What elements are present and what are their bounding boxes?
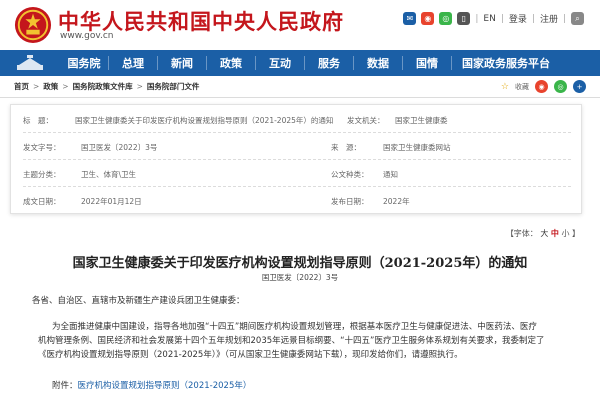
share-area: ☆ 收藏 ◉ ◎ + — [501, 80, 586, 93]
meta-row-number: 发文字号： 国卫医发〔2022〕3号 来 源： 国家卫生健康委网站 — [23, 134, 571, 160]
document-attachment: 附件：医疗机构设置规划指导原则（2021-2025年） — [52, 381, 252, 391]
nav-item-policy[interactable]: 政策 — [207, 50, 255, 76]
lang-en-link[interactable]: EN — [483, 14, 495, 24]
breadcrumb-department-docs[interactable]: 国务院部门文件 — [147, 81, 200, 92]
site-header: 中华人民共和国中央人民政府 www.gov.cn ✉ ◉ ◎ ▯ | EN | … — [0, 0, 600, 48]
meta-publish-date-value: 2022年 — [383, 197, 410, 206]
document-paragraph-line-1: 为全面推进健康中国建设，指导各地加强“十四五”期间医疗机构设置规划管理，根据基本… — [52, 322, 537, 332]
national-emblem-icon[interactable] — [14, 6, 52, 44]
nav-item-news[interactable]: 新闻 — [158, 50, 206, 76]
nav-building-icon[interactable] — [0, 50, 60, 76]
nav-item-national-info[interactable]: 国情 — [403, 50, 451, 76]
wechat-share-icon[interactable]: ◎ — [554, 80, 567, 93]
meta-number-value: 国卫医发〔2022〕3号 — [81, 143, 158, 152]
font-size-small[interactable]: 小 — [561, 229, 569, 238]
breadcrumb-policy[interactable]: 政策 — [43, 81, 58, 92]
star-icon[interactable]: ☆ — [501, 82, 509, 92]
breadcrumb-home[interactable]: 首页 — [14, 81, 29, 92]
font-size-large[interactable]: 大 — [540, 229, 548, 238]
meta-row-date: 成文日期： 2022年01月12日 发布日期： 2022年 — [23, 197, 410, 206]
header-tools: ✉ ◉ ◎ ▯ | EN | 登录 | 注册 | ⌕ — [403, 12, 584, 25]
document-title: 国家卫生健康委关于印发医疗机构设置规划指导原则（2021-2025年）的通知 — [72, 256, 528, 271]
meta-issuer-value: 国家卫生健康委 — [395, 116, 448, 125]
meta-title-value: 国家卫生健康委关于印发医疗机构设置规划指导原则（2021-2025年）的通知 — [75, 116, 334, 125]
nav-item-services[interactable]: 服务 — [305, 50, 353, 76]
register-link[interactable]: 注册 — [540, 12, 558, 25]
meta-written-date-value: 2022年01月12日 — [81, 197, 142, 206]
mail-icon[interactable]: ✉ — [403, 12, 417, 25]
weibo-share-icon[interactable]: ◉ — [535, 80, 548, 93]
nav-item-state-council[interactable]: 国务院 — [60, 50, 108, 76]
breadcrumb: 首页 > 政策 > 国务院政策文件库 > 国务院部门文件 ☆ 收藏 ◉ ◎ + — [0, 76, 600, 98]
site-url: www.gov.cn — [60, 31, 114, 41]
document-paragraph-line-2: 机构管理条例、国民经济和社会发展第十四个五年规划和2035年远景目标纲要、“十四… — [38, 336, 545, 346]
document-meta-box: 标 题： 国家卫生健康委关于印发医疗机构设置规划指导原则（2021-2025年）… — [10, 104, 582, 214]
font-size-medium[interactable]: 中 — [551, 229, 559, 238]
nav-item-service-platform[interactable]: 国家政务服务平台 — [452, 50, 560, 76]
meta-category-value: 卫生、体育\卫生 — [81, 170, 137, 179]
mobile-icon[interactable]: ▯ — [457, 12, 471, 25]
more-share-icon[interactable]: + — [573, 80, 586, 93]
search-icon[interactable]: ⌕ — [571, 12, 584, 25]
document-addressee: 各省、自治区、直辖市及新疆生产建设兵团卫生健康委： — [32, 296, 245, 306]
breadcrumb-policy-library[interactable]: 国务院政策文件库 — [73, 81, 133, 92]
meta-row-title: 标 题： 国家卫生健康委关于印发医疗机构设置规划指导原则（2021-2025年）… — [23, 107, 571, 133]
wechat-icon[interactable]: ◎ — [439, 12, 453, 25]
favorite-link[interactable]: 收藏 — [515, 82, 529, 92]
meta-type-value: 通知 — [383, 170, 398, 179]
document-paragraph-line-3: 《医疗机构设置规划指导原则（2021-2025年）》（可从国家卫生健康委网站下载… — [38, 350, 463, 360]
weibo-icon[interactable]: ◉ — [421, 12, 435, 25]
main-nav: 国务院 总理 新闻 政策 互动 服务 数据 国情 国家政务服务平台 — [0, 50, 600, 76]
document-number: 国卫医发〔2022〕3号 — [261, 273, 339, 282]
meta-row-category: 主题分类： 卫生、体育\卫生 公文种类： 通知 — [23, 161, 571, 187]
login-link[interactable]: 登录 — [509, 12, 527, 25]
nav-item-premier[interactable]: 总理 — [109, 50, 157, 76]
meta-source-value: 国家卫生健康委网站 — [383, 143, 451, 152]
attachment-link[interactable]: 医疗机构设置规划指导原则（2021-2025年） — [78, 381, 252, 391]
nav-item-interaction[interactable]: 互动 — [256, 50, 304, 76]
nav-item-data[interactable]: 数据 — [354, 50, 402, 76]
font-size-selector: 【字体： 大 中 小 】 — [505, 229, 580, 238]
